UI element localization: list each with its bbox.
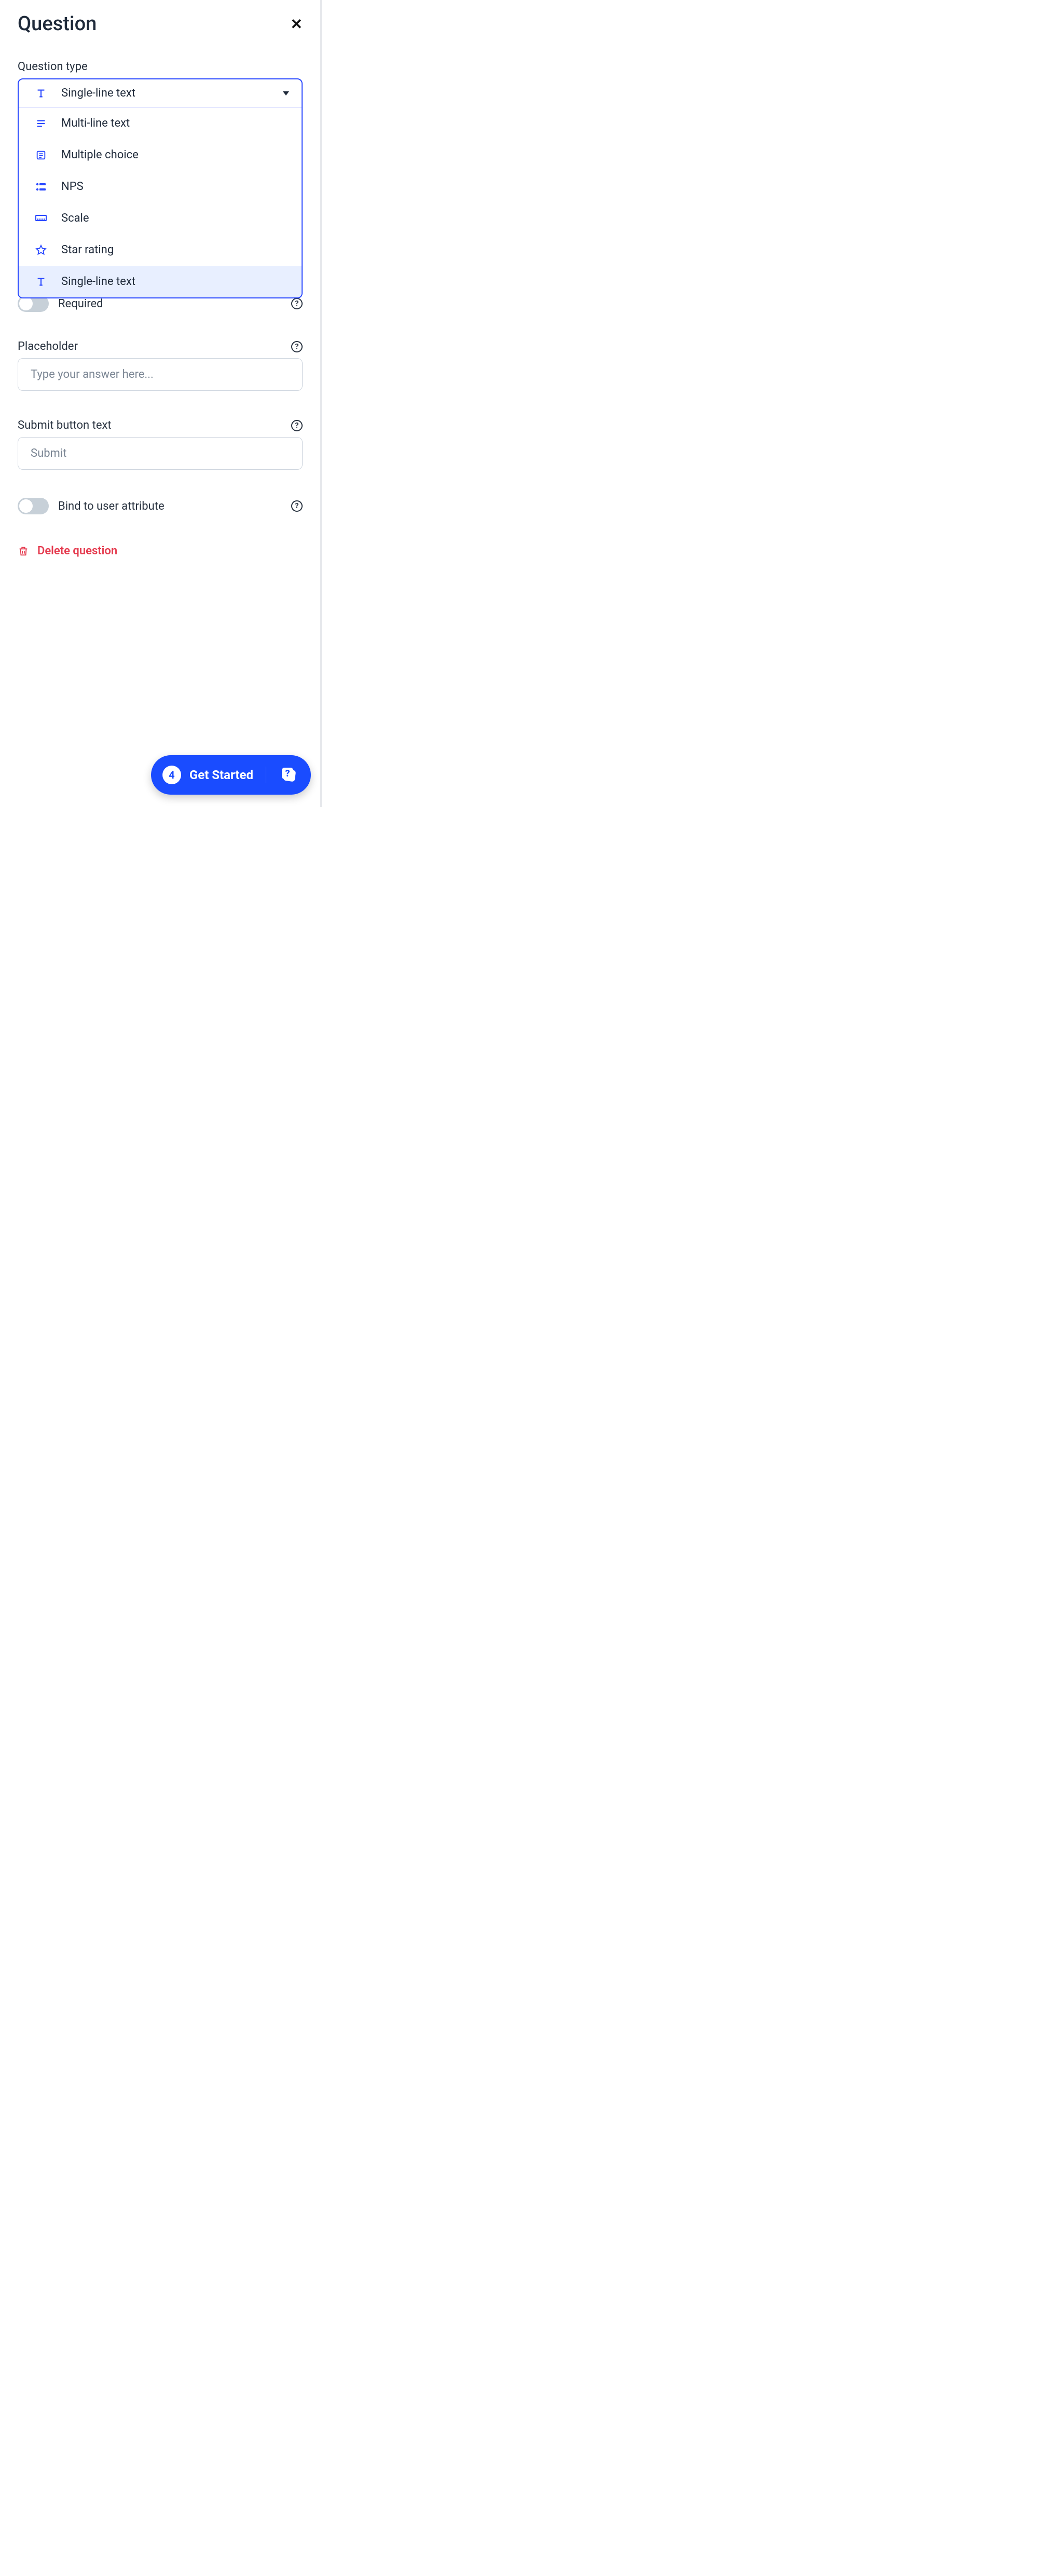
placeholder-label: Placeholder ? bbox=[18, 340, 303, 353]
text-t-icon bbox=[34, 88, 48, 99]
option-label: Single-line text bbox=[61, 275, 292, 288]
multiple-choice-icon bbox=[34, 149, 48, 161]
placeholder-input[interactable] bbox=[18, 358, 303, 391]
help-cards-icon: ? bbox=[277, 762, 302, 787]
trash-icon bbox=[18, 545, 29, 557]
submit-button-text-input[interactable] bbox=[18, 437, 303, 470]
chevron-down-icon bbox=[283, 91, 289, 96]
question-type-label: Question type bbox=[18, 60, 303, 73]
bind-attribute-toggle[interactable] bbox=[18, 498, 49, 514]
scale-icon bbox=[34, 214, 48, 223]
required-label: Required bbox=[58, 297, 282, 310]
text-t-icon bbox=[34, 276, 48, 288]
star-icon bbox=[34, 244, 48, 256]
option-label: Star rating bbox=[61, 243, 292, 256]
help-icon[interactable]: ? bbox=[291, 298, 303, 309]
option-label: Multi-line text bbox=[61, 117, 292, 130]
multi-line-icon bbox=[34, 118, 48, 129]
bind-attribute-label: Bind to user attribute bbox=[58, 500, 282, 513]
option-star-rating[interactable]: Star rating bbox=[19, 234, 302, 266]
option-single-line-text[interactable]: Single-line text bbox=[19, 266, 302, 297]
svg-text:?: ? bbox=[285, 768, 290, 779]
question-type-selected[interactable]: Single-line text bbox=[19, 79, 302, 107]
page-title: Question bbox=[18, 12, 97, 35]
get-started-floating-button[interactable]: 4 Get Started ? bbox=[151, 755, 311, 795]
option-label: Multiple choice bbox=[61, 148, 292, 161]
option-nps[interactable]: NPS bbox=[19, 171, 302, 202]
option-multi-line-text[interactable]: Multi-line text bbox=[19, 107, 302, 139]
delete-question-label: Delete question bbox=[37, 544, 117, 557]
help-icon[interactable]: ? bbox=[291, 420, 303, 431]
nps-icon bbox=[34, 181, 48, 193]
get-started-label: Get Started bbox=[189, 768, 253, 782]
question-type-options: Multi-line text Multiple choice bbox=[19, 107, 302, 297]
option-label: Scale bbox=[61, 212, 292, 225]
option-scale[interactable]: Scale bbox=[19, 202, 302, 234]
help-icon[interactable]: ? bbox=[291, 341, 303, 352]
submit-button-text-label: Submit button text ? bbox=[18, 419, 303, 432]
delete-question-button[interactable]: Delete question bbox=[18, 544, 303, 557]
option-label: NPS bbox=[61, 180, 292, 193]
question-type-selected-label: Single-line text bbox=[61, 87, 269, 100]
help-icon[interactable]: ? bbox=[291, 500, 303, 512]
get-started-badge: 4 bbox=[162, 766, 181, 784]
close-button[interactable]: ✕ bbox=[291, 16, 303, 33]
question-type-select[interactable]: Single-line text Multi-line text bbox=[18, 78, 303, 298]
option-multiple-choice[interactable]: Multiple choice bbox=[19, 139, 302, 171]
